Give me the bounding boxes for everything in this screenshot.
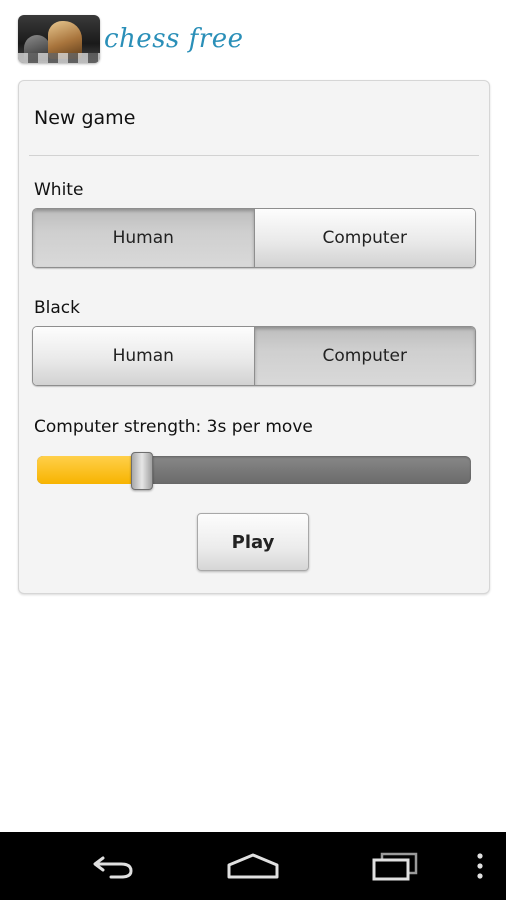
slider-thumb[interactable]: [131, 452, 154, 490]
overflow-menu-button[interactable]: [466, 832, 494, 900]
board-graphic: [18, 53, 100, 63]
new-game-panel: New game White Human Computer Black Huma…: [18, 80, 490, 594]
white-player-selector: Human Computer: [32, 208, 476, 268]
chess-logo-image: [18, 15, 100, 63]
black-computer-option[interactable]: Computer: [253, 327, 475, 385]
divider: [29, 155, 479, 156]
app-logo-text: chess free: [104, 24, 244, 54]
black-label: Black: [34, 298, 80, 318]
white-label: White: [34, 180, 84, 200]
black-player-selector: Human Computer: [32, 326, 476, 386]
back-icon: [93, 856, 133, 879]
computer-strength-label: Computer strength: 3s per move: [34, 417, 313, 437]
white-human-option[interactable]: Human: [33, 209, 254, 267]
recent-apps-icon: [372, 852, 418, 881]
panel-title: New game: [34, 107, 136, 129]
recent-apps-button[interactable]: [362, 832, 428, 900]
slider-fill: [37, 456, 142, 484]
play-button[interactable]: Play: [197, 513, 309, 571]
home-icon: [227, 853, 279, 879]
menu-icon: [477, 853, 483, 879]
app-header: chess free: [18, 14, 243, 64]
black-human-option[interactable]: Human: [33, 327, 254, 385]
slider-track[interactable]: [37, 456, 471, 484]
screen: chess free New game White Human Computer…: [0, 0, 506, 900]
home-button[interactable]: [220, 832, 286, 900]
back-button[interactable]: [80, 832, 146, 900]
computer-strength-slider[interactable]: [37, 452, 471, 490]
white-computer-option[interactable]: Computer: [253, 209, 475, 267]
system-navigation-bar: [0, 832, 506, 900]
